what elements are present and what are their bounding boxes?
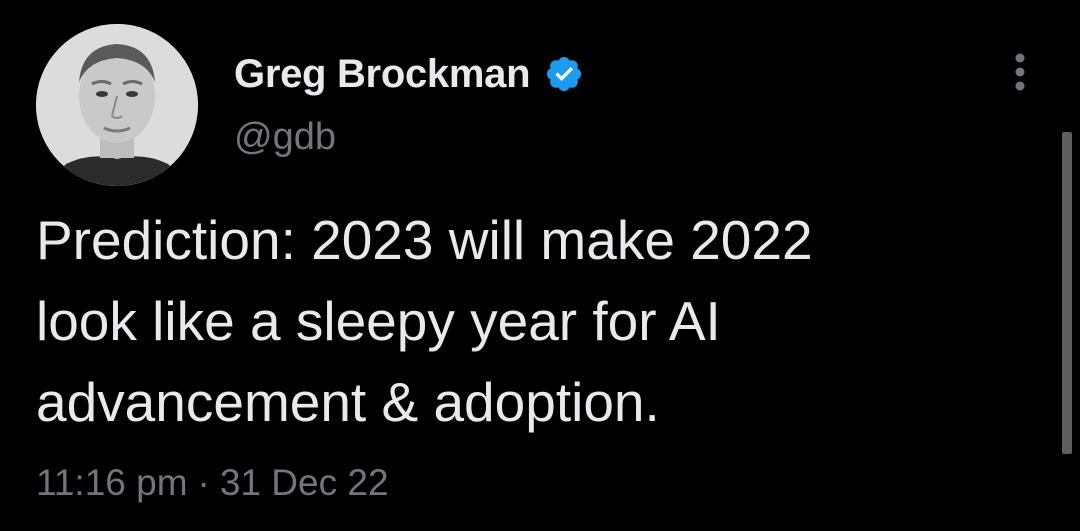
tweet-card: Greg Brockman @gdb Prediction: 2023 will…	[0, 0, 1080, 531]
meta-separator: ·	[197, 462, 210, 503]
more-options-icon[interactable]	[1000, 50, 1040, 94]
avatar-photo	[36, 24, 198, 186]
display-name[interactable]: Greg Brockman	[234, 52, 531, 97]
avatar[interactable]	[36, 24, 198, 186]
scrollbar[interactable]	[1062, 132, 1072, 454]
tweet-text: Prediction: 2023 will make 2022 look lik…	[36, 209, 813, 433]
tweet-meta: 11:16 pm · 31 Dec 22	[36, 462, 389, 504]
tweet-time[interactable]: 11:16 pm	[36, 462, 188, 503]
author-handle[interactable]: @gdb	[234, 116, 336, 159]
author-name-row: Greg Brockman	[234, 50, 584, 98]
verified-badge-icon	[544, 54, 584, 94]
tweet-date[interactable]: 31 Dec 22	[220, 462, 389, 503]
